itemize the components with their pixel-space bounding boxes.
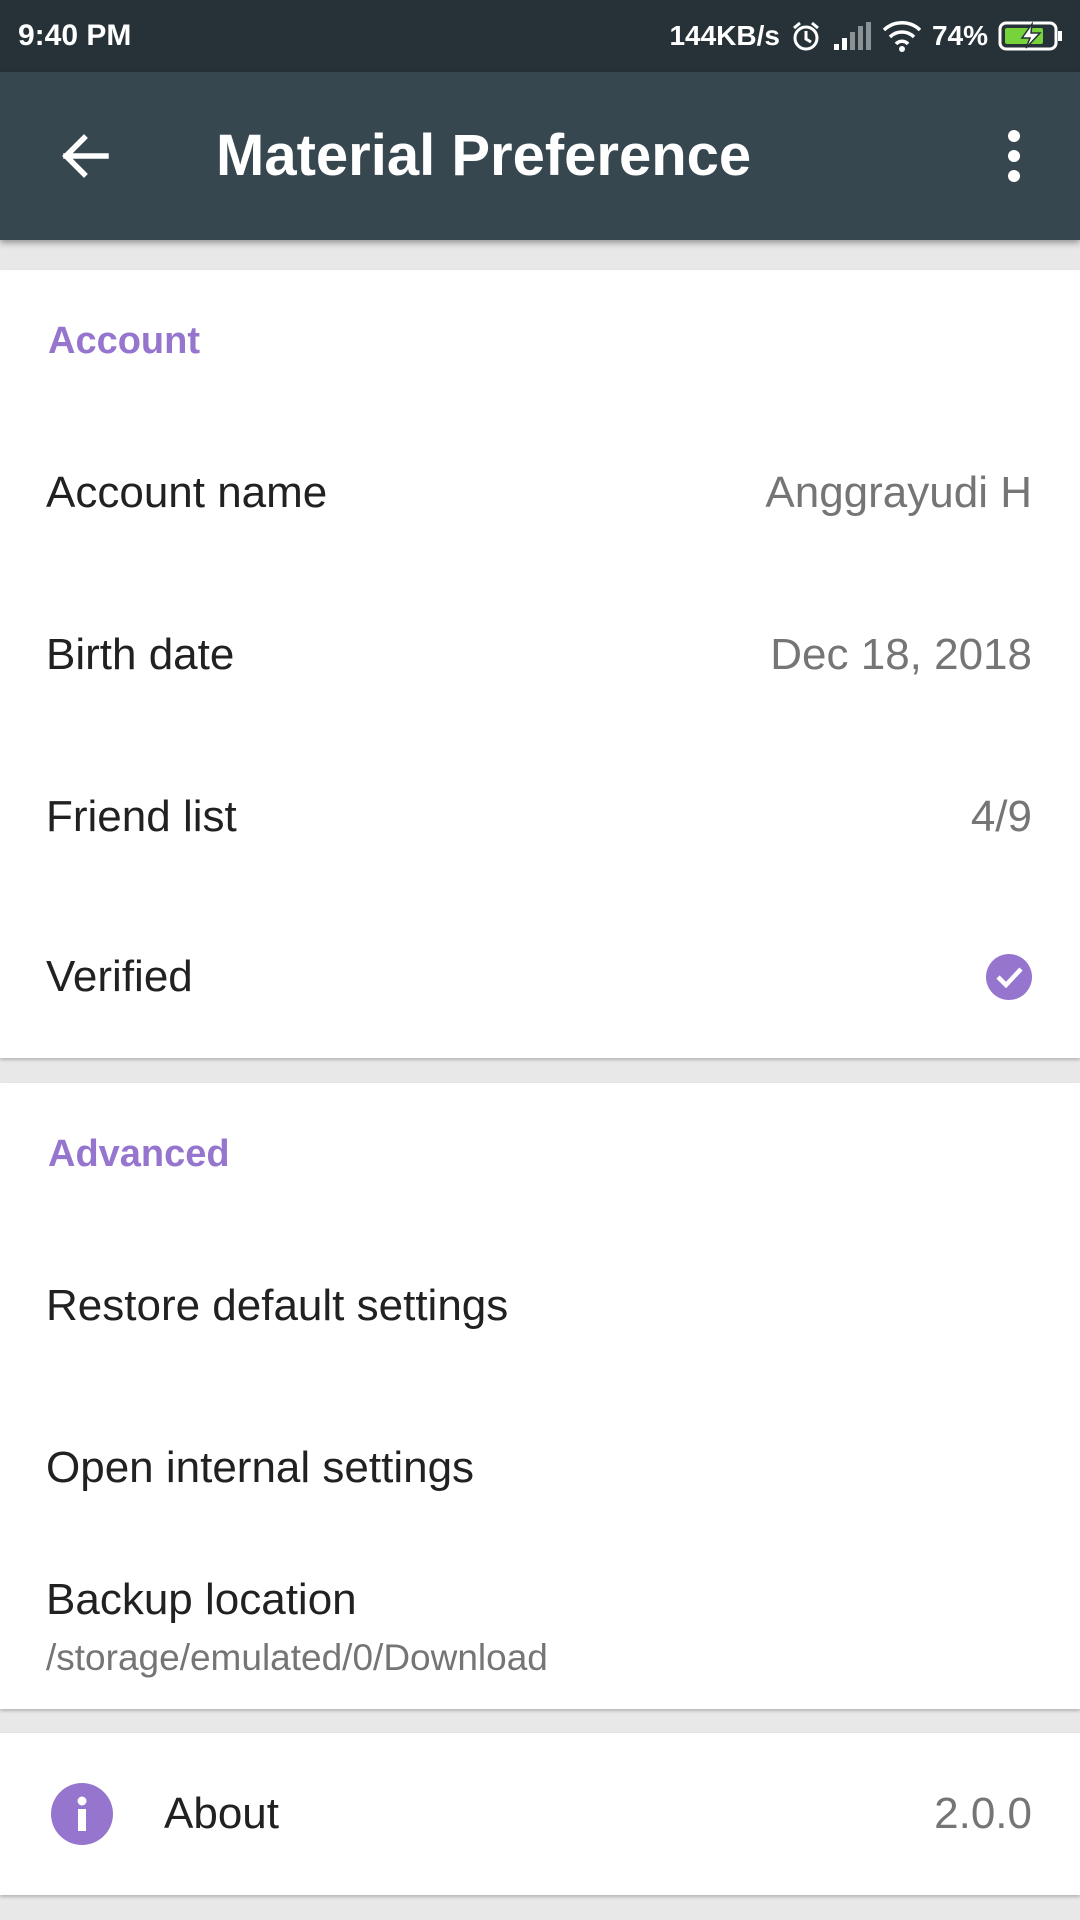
pref-value: 2.0.0	[934, 1789, 1032, 1838]
pref-title: Backup location	[46, 1575, 357, 1624]
arrow-back-icon	[62, 134, 109, 178]
account-card: Account Account name Anggrayudi H Birth …	[0, 270, 1080, 1058]
pref-backup-location[interactable]: Backup location /storage/emulated/0/Down…	[0, 1547, 1080, 1709]
pref-title: Verified	[46, 952, 193, 1001]
pref-about[interactable]: About 2.0.0	[0, 1733, 1080, 1895]
status-time: 9:40 PM	[18, 19, 132, 52]
pref-title: Friend list	[46, 792, 237, 841]
pref-title: Birth date	[46, 630, 235, 679]
battery-percent: 74%	[931, 20, 988, 51]
back-button[interactable]	[50, 122, 118, 190]
pref-summary: /storage/emulated/0/Download	[46, 1637, 548, 1678]
status-icons: 144KB/s 74%	[669, 20, 1064, 52]
network-speed: 144KB/s	[669, 20, 780, 51]
toolbar: Material Preference	[0, 72, 1080, 240]
about-card[interactable]: About 2.0.0	[0, 1733, 1080, 1895]
section-header-advanced: Advanced	[48, 1133, 230, 1175]
status-bar: 9:40 PM 144KB/s 74%	[0, 0, 1080, 72]
wifi-icon	[882, 20, 922, 52]
advanced-card: Advanced Restore default settings Open i…	[0, 1083, 1080, 1709]
pref-restore-defaults[interactable]: Restore default settings	[0, 1225, 1080, 1387]
overflow-menu-button[interactable]	[980, 122, 1048, 190]
pref-value: Anggrayudi H	[765, 468, 1032, 517]
pref-birth-date[interactable]: Birth date Dec 18, 2018	[0, 574, 1080, 736]
pref-account-name[interactable]: Account name Anggrayudi H	[0, 412, 1080, 574]
pref-verified[interactable]: Verified	[0, 896, 1080, 1058]
pref-open-internal-settings[interactable]: Open internal settings	[0, 1387, 1080, 1549]
info-icon	[50, 1782, 114, 1846]
more-vert-icon	[1008, 130, 1020, 182]
checkbox-checked-icon[interactable]	[986, 954, 1032, 1000]
pref-value: 4/9	[970, 792, 1032, 841]
pref-value: Dec 18, 2018	[770, 630, 1032, 679]
section-header-account: Account	[48, 320, 200, 362]
pref-title: Restore default settings	[46, 1281, 509, 1330]
about-left: About	[46, 1782, 279, 1846]
pref-title: Open internal settings	[46, 1443, 475, 1492]
battery-charging-icon	[998, 20, 1064, 52]
pref-friend-list[interactable]: Friend list 4/9	[0, 736, 1080, 898]
signal-icon	[832, 22, 872, 50]
alarm-icon	[790, 20, 822, 52]
toolbar-title: Material Preference	[216, 123, 752, 188]
pref-title: Account name	[46, 468, 328, 517]
pref-title: About	[164, 1789, 279, 1838]
